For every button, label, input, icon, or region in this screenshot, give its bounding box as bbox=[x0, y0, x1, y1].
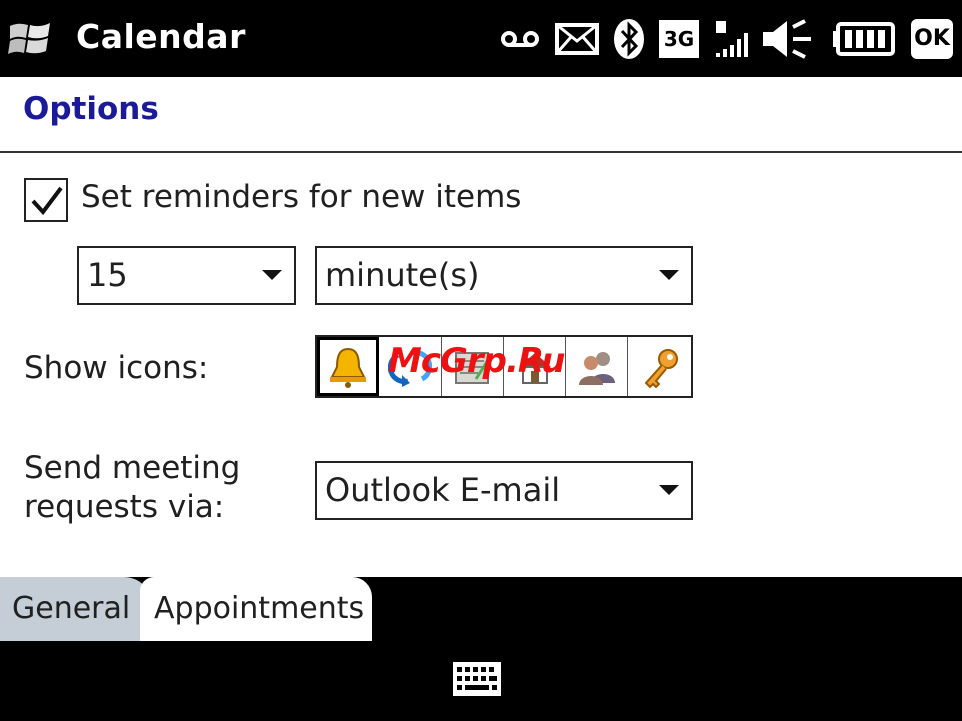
reminder-unit-value: minute(s) bbox=[325, 256, 480, 294]
reminder-unit-dropdown[interactable]: minute(s) bbox=[315, 246, 693, 305]
show-icons-label: Show icons: bbox=[24, 350, 209, 386]
options-header: Options bbox=[0, 77, 962, 153]
reminder-amount-value: 15 bbox=[87, 256, 128, 294]
app-title: Calendar bbox=[76, 17, 246, 56]
keyboard-icon[interactable] bbox=[452, 661, 502, 697]
attendees-icon[interactable] bbox=[566, 337, 629, 396]
voicemail-icon[interactable] bbox=[498, 12, 542, 66]
send-meeting-label-line1: Send meeting bbox=[24, 450, 241, 486]
3g-label: 3G bbox=[659, 20, 699, 58]
send-meeting-label-line2: requests via: bbox=[24, 489, 225, 525]
message-icon[interactable] bbox=[554, 12, 600, 66]
bluetooth-icon[interactable] bbox=[612, 12, 646, 66]
windows-start-icon[interactable] bbox=[8, 18, 56, 60]
3g-icon: 3G bbox=[658, 12, 700, 66]
watermark: McGrp.Ru bbox=[388, 341, 565, 381]
volume-muted-icon[interactable] bbox=[760, 12, 816, 66]
soft-key-bar bbox=[0, 641, 962, 721]
page-title: Options bbox=[23, 91, 159, 127]
checkmark-icon bbox=[31, 186, 63, 216]
send-via-dropdown[interactable]: Outlook E-mail bbox=[315, 461, 693, 520]
tab-bar: General Appointments bbox=[0, 577, 962, 641]
tab-general-label: General bbox=[12, 591, 131, 626]
options-content: Set reminders for new items 15 minute(s)… bbox=[0, 153, 962, 577]
set-reminders-checkbox[interactable] bbox=[24, 178, 68, 222]
title-bar: Calendar 3G OK bbox=[0, 0, 962, 77]
send-via-value: Outlook E-mail bbox=[325, 471, 561, 509]
tab-general[interactable]: General bbox=[0, 577, 152, 641]
ok-button[interactable]: OK bbox=[910, 12, 954, 66]
key-icon[interactable] bbox=[628, 337, 690, 396]
chevron-down-icon bbox=[262, 270, 282, 280]
bell-icon[interactable] bbox=[317, 337, 380, 396]
chevron-down-icon bbox=[659, 485, 679, 495]
tab-appointments[interactable]: Appointments bbox=[140, 577, 372, 641]
chevron-down-icon bbox=[659, 270, 679, 280]
ok-label: OK bbox=[911, 19, 953, 59]
tab-appointments-label: Appointments bbox=[154, 591, 365, 626]
set-reminders-label: Set reminders for new items bbox=[81, 179, 522, 215]
battery-icon[interactable] bbox=[830, 12, 896, 66]
signal-icon bbox=[712, 12, 752, 66]
reminder-amount-dropdown[interactable]: 15 bbox=[77, 246, 296, 305]
